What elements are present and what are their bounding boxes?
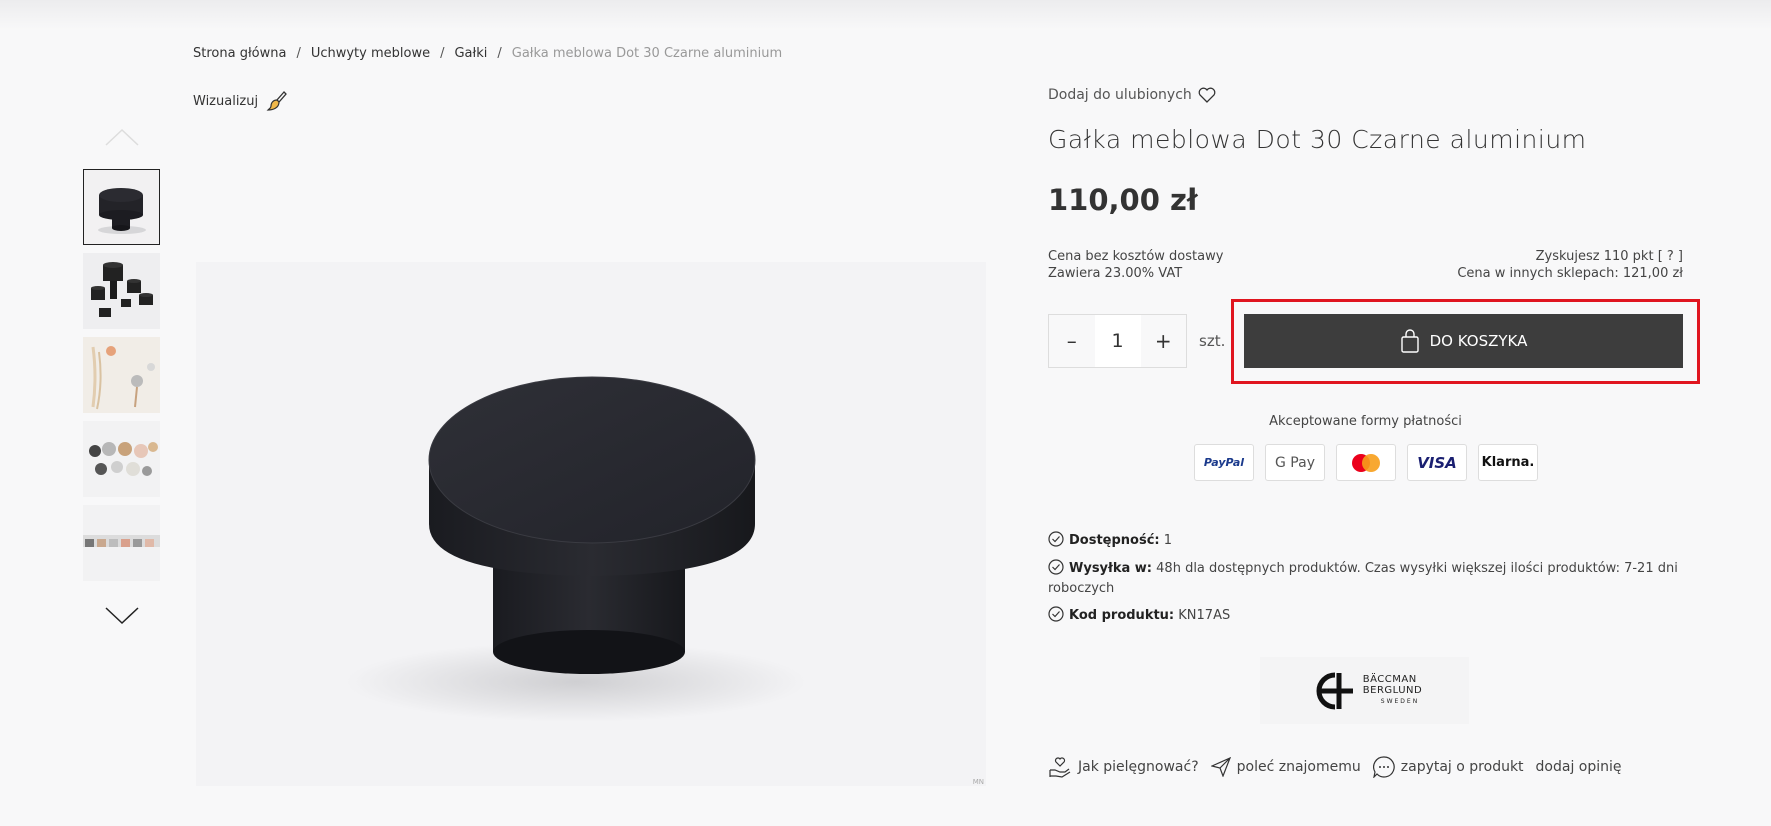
- check-circle-icon: [1048, 559, 1064, 575]
- thumbnail-image: [83, 337, 160, 413]
- thumbnail-2[interactable]: [83, 253, 160, 329]
- loyalty-points[interactable]: Zyskujesz 110 pkt [ ? ]: [1457, 248, 1683, 265]
- breadcrumb-knobs[interactable]: Gałki: [454, 46, 487, 61]
- payment-methods-title: Akceptowane formy płatności: [1269, 414, 1462, 429]
- thumbnail-5[interactable]: [83, 505, 160, 581]
- chat-bubble-icon: [1372, 756, 1395, 778]
- paper-plane-icon: [1210, 757, 1231, 777]
- top-shade: [0, 0, 1771, 30]
- breadcrumb-furniture-handles[interactable]: Uchwyty meblowe: [311, 46, 430, 61]
- visa-icon: VISA: [1407, 444, 1467, 481]
- hand-heart-icon: [1049, 757, 1071, 778]
- thumbnail-image: [98, 188, 146, 234]
- quantity-decrease-button[interactable]: –: [1049, 315, 1095, 367]
- breadcrumb-current: Gałka meblowa Dot 30 Czarne aluminium: [511, 46, 783, 61]
- product-main-image[interactable]: MN: [196, 262, 986, 786]
- ask-label: zapytaj o produkt: [1400, 759, 1524, 775]
- mastercard-icon: [1336, 444, 1396, 481]
- availability-value: 1: [1163, 533, 1173, 548]
- thumbnail-list: [83, 169, 160, 589]
- quantity-input[interactable]: [1094, 315, 1141, 367]
- chevron-down-icon: [105, 607, 139, 625]
- breadcrumb-home[interactable]: Strona główna: [193, 46, 286, 61]
- payment-methods: PayPal G Pay VISA Klarna.: [1194, 444, 1538, 481]
- product-code-row: Kod produktu: KN17AS: [1048, 606, 1688, 626]
- brand-logo[interactable]: BÄCCMAN BERGLUND SWEDEN: [1260, 657, 1469, 724]
- thumbnail-image: [83, 421, 160, 497]
- quantity-increase-button[interactable]: +: [1141, 315, 1187, 367]
- google-pay-icon: G Pay: [1265, 444, 1325, 481]
- chevron-up-icon: [105, 128, 139, 146]
- add-review-link[interactable]: dodaj opinię: [1536, 759, 1622, 775]
- favorites-label: Dodaj do ulubionych: [1048, 87, 1192, 103]
- shopping-bag-icon: [1400, 329, 1419, 353]
- care-label: Jak pielęgnować?: [1078, 759, 1199, 775]
- breadcrumb: Strona główna / Uchwyty meblowe / Gałki …: [193, 46, 782, 61]
- add-to-favorites-button[interactable]: Dodaj do ulubionych: [1048, 87, 1216, 103]
- review-label: dodaj opinię: [1535, 759, 1622, 775]
- breadcrumb-separator: /: [296, 46, 301, 61]
- quantity-unit: szt.: [1199, 332, 1226, 350]
- brand-mark-icon: [1316, 672, 1353, 709]
- breadcrumb-separator: /: [440, 46, 445, 61]
- check-circle-icon: [1048, 531, 1064, 547]
- vat-note: Zawiera 23.00% VAT: [1048, 266, 1183, 281]
- heart-icon: [1198, 87, 1216, 103]
- ask-question-link[interactable]: zapytaj o produkt: [1372, 756, 1524, 778]
- availability-label: Dostępność:: [1069, 533, 1160, 548]
- other-stores-price: Cena w innych sklepach: 121,00 zł: [1457, 266, 1683, 281]
- paypal-icon: PayPal: [1194, 444, 1254, 481]
- visualize-button[interactable]: Wizualizuj: [193, 90, 288, 112]
- add-to-cart-button[interactable]: DO KOSZYKA: [1244, 314, 1683, 368]
- recommend-link[interactable]: poleć znajomemu: [1210, 757, 1361, 777]
- thumbnail-3[interactable]: [83, 337, 160, 413]
- image-watermark: MN: [972, 778, 984, 786]
- product-code-label: Kod produktu:: [1069, 608, 1175, 623]
- thumbnail-4[interactable]: [83, 421, 160, 497]
- paintbrush-icon: [266, 91, 287, 111]
- product-price: 110,00 zł: [1048, 183, 1198, 217]
- brand-name: BÄCCMAN BERGLUND SWEDEN: [1362, 674, 1423, 705]
- quantity-stepper: – +: [1048, 314, 1187, 368]
- thumbnails-down-button[interactable]: [105, 606, 139, 626]
- product-photo: [346, 376, 806, 722]
- price-info: Cena bez kosztów dostawy Zawiera 23.00% …: [1048, 248, 1223, 282]
- thumbnail-1[interactable]: [83, 169, 160, 245]
- add-to-cart-label: DO KOSZYKA: [1429, 332, 1528, 350]
- product-title: Gałka meblowa Dot 30 Czarne aluminium: [1048, 125, 1587, 154]
- shipping-row: Wysyłka w: 48h dla dostępnych produktów.…: [1048, 559, 1688, 599]
- breadcrumb-separator: /: [497, 46, 502, 61]
- visualize-label: Wizualizuj: [193, 93, 259, 109]
- availability-row: Dostępność: 1: [1048, 531, 1688, 551]
- shipping-note: Cena bez kosztów dostawy: [1048, 249, 1224, 264]
- thumbnail-image: [83, 505, 160, 581]
- shipping-label: Wysyłka w:: [1069, 561, 1153, 576]
- recommend-label: poleć znajomemu: [1236, 759, 1361, 775]
- thumbnails-up-button[interactable]: [105, 127, 139, 147]
- product-actions: Jak pielęgnować? poleć znajomemu zapytaj…: [1048, 756, 1634, 778]
- thumbnail-image: [83, 253, 160, 329]
- care-instructions-link[interactable]: Jak pielęgnować?: [1048, 756, 1199, 778]
- points-info: Zyskujesz 110 pkt [ ? ] Cena w innych sk…: [1457, 248, 1683, 282]
- product-code-value: KN17AS: [1178, 608, 1231, 623]
- klarna-icon: Klarna.: [1478, 444, 1538, 481]
- check-circle-icon: [1048, 606, 1064, 622]
